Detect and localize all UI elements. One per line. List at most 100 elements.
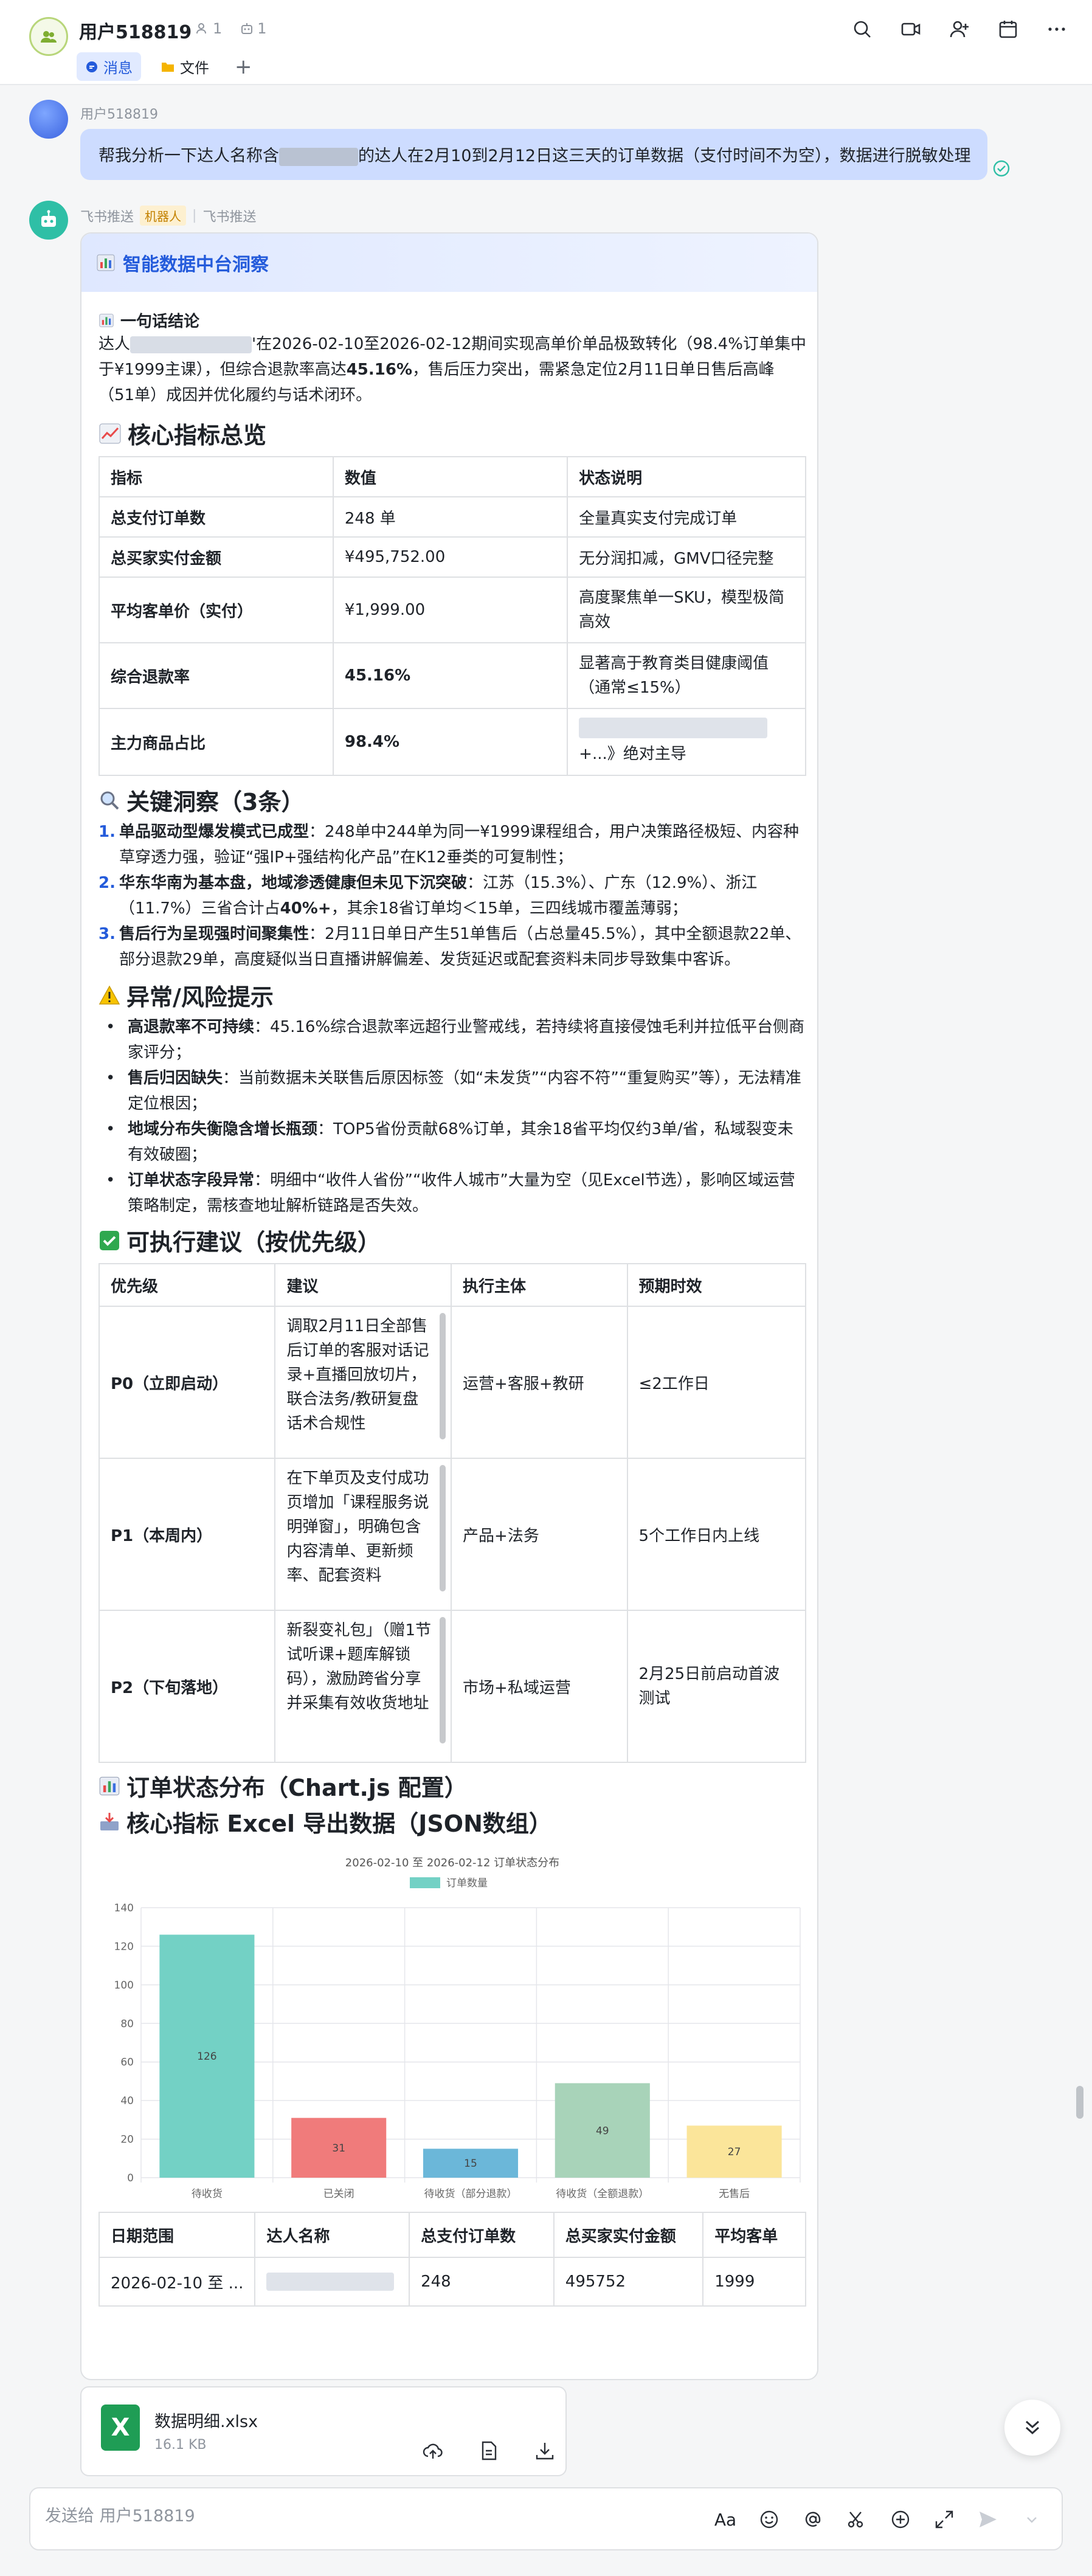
- checkbox-icon: [100, 1230, 119, 1250]
- format-text-button[interactable]: Aa: [714, 2508, 737, 2531]
- tab-files[interactable]: 文件: [152, 52, 218, 81]
- message-icon: [86, 61, 97, 72]
- file-name[interactable]: 数据明细.xlsx: [154, 2408, 258, 2432]
- export-table-container[interactable]: 日期范围 达人名称 总支付订单数 总买家实付金额 平均客单 2026-02-10…: [98, 2212, 806, 2307]
- list-item: 售后归因缺失：当前数据未关联售后原因标签（如“未发货”“内容不符”“重复购买”等…: [98, 1065, 806, 1117]
- order-status-chart: 2026-02-10 至 2026-02-12 订单状态分布 订单数量 0 20 4…: [98, 1849, 806, 2208]
- x-tick-label: 待收货（部分退款）: [424, 2188, 517, 2200]
- page-scrollbar[interactable]: [1076, 2086, 1083, 2119]
- chart-title: 2026-02-10 至 2026-02-12 订单状态分布: [345, 1857, 559, 1869]
- export-table-header: 日期范围 达人名称 总支付订单数 总买家实付金额 平均客单: [98, 2212, 806, 2258]
- send-options-button[interactable]: [1020, 2508, 1043, 2531]
- card-header: 智能数据中台洞察: [81, 234, 817, 292]
- x-tick-label: 待收货: [192, 2188, 223, 2200]
- list-item: 2. 华东华南为基本盘，地域渗透健康但未见下沉突破：江苏（15.3%）、广东（12…: [98, 874, 758, 918]
- suggestion-table: 优先级 建议 执行主体 预期时效 P0（立即启动） 调取2月11日全部售后订单的…: [98, 1263, 807, 1763]
- y-tick-label: 0: [127, 2172, 134, 2184]
- bot-icon: [241, 23, 253, 34]
- bar-value-label: 31: [332, 2142, 345, 2155]
- calendar-button[interactable]: [997, 18, 1019, 40]
- search-icon: [854, 21, 871, 38]
- bar-value-label: 49: [596, 2125, 609, 2137]
- scrollable-cell[interactable]: 新裂变礼包」（赠1节试听课+题库解锁码），激励跨省分享并采集有效收货地址: [274, 1610, 452, 1763]
- list-item: 1. 单品驱动型爆发模式已成型：248单中244单为同一¥1999课程组合，用户决…: [98, 823, 799, 867]
- bar-value-label: 27: [728, 2146, 741, 2158]
- header-actions: [851, 18, 1068, 40]
- cloud-upload-icon: [423, 2443, 443, 2459]
- y-tick-label: 60: [120, 2057, 134, 2069]
- expand-editor-button[interactable]: [933, 2508, 956, 2531]
- tab-messages[interactable]: 消息: [77, 52, 141, 81]
- warning-icon: [98, 985, 120, 1005]
- search-button[interactable]: [851, 18, 873, 40]
- bot-badge: 机器人: [140, 206, 187, 226]
- save-to-cloud-button[interactable]: [422, 2440, 444, 2462]
- file-actions: [422, 2440, 556, 2462]
- cell-scrollbar[interactable]: [440, 1313, 446, 1439]
- plus-circle-icon: [891, 2510, 910, 2529]
- user-message-bubble[interactable]: 帮我分析一下达人名称含 的达人在2月10到2月12日这三天的订单数据（支付时间不为…: [80, 129, 987, 180]
- add-member-button[interactable]: [949, 18, 970, 40]
- x-tick-label: 无售后: [719, 2188, 750, 2200]
- y-tick-label: 40: [120, 2095, 134, 2107]
- mention-button[interactable]: [801, 2508, 824, 2531]
- document-icon: [482, 2441, 497, 2460]
- scroll-to-bottom-button[interactable]: [1004, 2400, 1060, 2456]
- add-attachment-button[interactable]: [889, 2508, 912, 2531]
- cell-scrollbar[interactable]: [440, 1465, 446, 1591]
- insight-list: 1. 单品驱动型爆发模式已成型：248单中244单为同一¥1999课程组合，用户决…: [98, 819, 806, 972]
- scissors-icon: [848, 2512, 863, 2528]
- preview-button[interactable]: [478, 2440, 500, 2462]
- more-button[interactable]: [1046, 18, 1068, 40]
- group-avatar[interactable]: [29, 17, 68, 56]
- bot-count[interactable]: 1: [240, 20, 267, 37]
- double-chevron-down-icon: [1025, 2420, 1040, 2435]
- message-composer: Aa: [29, 2487, 1063, 2550]
- legend-swatch: [410, 1877, 440, 1888]
- suggestion-table-header: 优先级 建议 执行主体 预期时效: [98, 1263, 807, 1307]
- user-message-text-start: 帮我分析一下达人名称含: [98, 147, 279, 165]
- conclusion-title: 一句话结论: [120, 313, 200, 331]
- y-tick-label: 80: [120, 2018, 134, 2030]
- excel-file-icon: X: [101, 2405, 140, 2451]
- add-user-icon: [950, 21, 969, 38]
- bot-avatar[interactable]: [29, 201, 68, 240]
- table-row: 总买家实付金额 ¥495,752.00 无分润扣减，GMV口径完整: [98, 536, 806, 578]
- cell-scrollbar[interactable]: [440, 1617, 446, 1743]
- video-call-button[interactable]: [900, 18, 922, 40]
- screenshot-button[interactable]: [845, 2508, 868, 2531]
- redacted-name: [266, 2273, 395, 2291]
- y-tick-label: 140: [114, 1902, 134, 1914]
- download-button[interactable]: [534, 2440, 556, 2462]
- risk-section-title: 异常/风险提示: [98, 978, 800, 1012]
- kpi-section-title: 核心指标总览: [98, 417, 800, 450]
- chevron-down-icon: [1027, 2517, 1037, 2523]
- bar-chart-icon: [99, 1776, 120, 1795]
- card-body: 一句话结论 达人 '在2026-02-10至2026-02-12期间实现高单价单品…: [81, 292, 817, 2307]
- suggestion-section-title: 可执行建议（按优先级）: [98, 1224, 800, 1257]
- emoji-button[interactable]: [758, 2508, 781, 2531]
- table-row: P2（下旬落地） 新裂变礼包」（赠1节试听课+题库解锁码），激励跨省分享并采集有…: [98, 1610, 807, 1763]
- send-button[interactable]: [976, 2508, 1000, 2531]
- redacted-name: [279, 147, 358, 166]
- legend-label[interactable]: 订单数量: [446, 1877, 488, 1889]
- table-row: P0（立即启动） 调取2月11日全部售后订单的客服对话记录+直播回放切片，联合法…: [98, 1306, 807, 1459]
- conclusion-title-row: 一句话结论: [98, 309, 800, 331]
- bot-sender-name[interactable]: 飞书推送: [80, 206, 134, 226]
- user-message-text-end: 的达人在2月10到2月12日这三天的订单数据（支付时间不为空），数据进行脱敏处理: [358, 147, 971, 165]
- message-input[interactable]: [45, 2507, 714, 2526]
- x-tick-label: 已关闭: [323, 2188, 354, 2200]
- list-item: 高退款率不可持续：45.16%综合退款率远超行业警戒线，若持续将直接侵蚀毛利并拉…: [98, 1014, 806, 1065]
- member-count[interactable]: 1: [196, 20, 222, 37]
- insight-card: 智能数据中台洞察 一句话结论 达人 '在2026-02-10至2026-02-12…: [80, 232, 818, 2380]
- bot-sender-line: 飞书推送 机器人 | 飞书推送: [80, 206, 256, 226]
- users-icon: [41, 31, 57, 43]
- list-item: 地域分布失衡隐含增长瓶颈：TOP5省份贡献68%订单，其余18省平均仅约3单/省…: [98, 1117, 806, 1168]
- chat-title[interactable]: 用户518819: [79, 17, 192, 44]
- add-tab-button[interactable]: +: [235, 57, 252, 77]
- chat-tabs: 消息 文件 +: [77, 52, 252, 81]
- scrollable-cell[interactable]: 调取2月11日全部售后订单的客服对话记录+直播回放切片，联合法务/教研复盘话术合…: [274, 1306, 452, 1459]
- file-attachment[interactable]: X 数据明细.xlsx 16.1 KB: [80, 2386, 567, 2476]
- scrollable-cell[interactable]: 在下单页及支付成功页增加「课程服务说明弹窗」，明确包含内容清单、更新频率、配套资…: [274, 1458, 452, 1611]
- user-avatar[interactable]: [29, 100, 68, 139]
